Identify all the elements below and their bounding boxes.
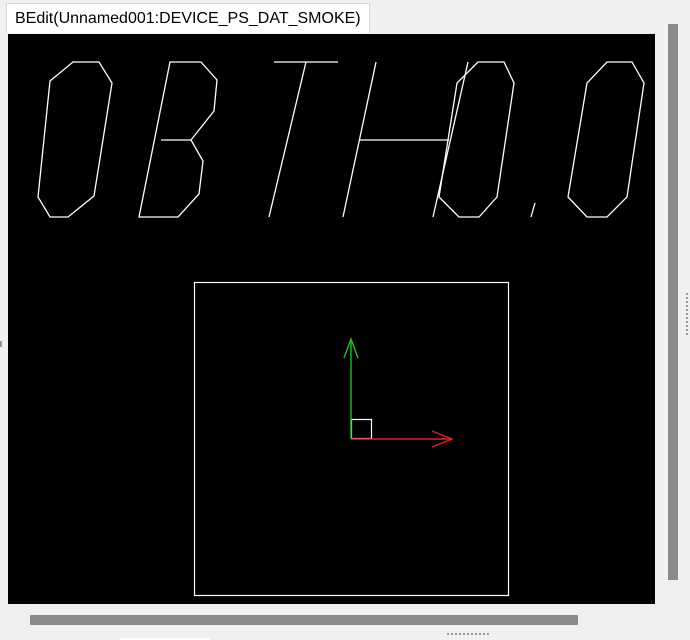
editor-tab[interactable]: BEdit(Unnamed001:DEVICE_PS_DAT_SMOKE) — [6, 3, 370, 33]
drawing-canvas[interactable] — [8, 34, 655, 604]
glyph-dot — [530, 202, 536, 218]
glyph-0-third — [567, 61, 645, 218]
splitter-handle[interactable] — [0, 341, 2, 347]
origin-square — [350, 418, 373, 440]
stroke-font-glyphs — [37, 61, 645, 218]
glyph-0 — [37, 61, 113, 218]
origin-axes — [343, 336, 454, 448]
canvas-drawing — [37, 61, 645, 597]
vertical-resize-grip[interactable] — [686, 293, 688, 337]
horizontal-resize-grip[interactable] — [447, 633, 491, 635]
horizontal-scroll-thumb[interactable] — [30, 615, 578, 625]
glyph-T-stem — [268, 61, 307, 218]
vertical-scroll-thumb[interactable] — [668, 24, 678, 580]
